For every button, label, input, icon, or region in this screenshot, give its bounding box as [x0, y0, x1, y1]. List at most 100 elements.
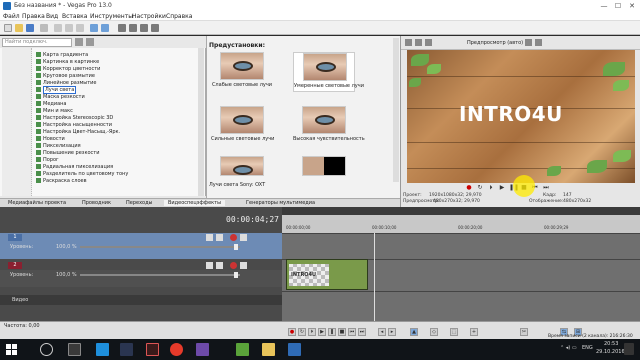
- prev-frame-button[interactable]: ◂: [378, 328, 386, 336]
- preset-moderate-rays[interactable]: Умеренные световые лучи: [293, 52, 364, 92]
- snapshot-icon[interactable]: [535, 39, 542, 46]
- menu-file[interactable]: Файл: [3, 13, 20, 20]
- solo-icon[interactable]: [240, 262, 247, 269]
- cut-icon[interactable]: [54, 24, 62, 32]
- edge-browser-icon[interactable]: [96, 343, 109, 356]
- fx-item[interactable]: Разделитель по цветовому тону: [36, 171, 128, 178]
- tab-media-generators[interactable]: Генераторы мультимедиа: [246, 200, 315, 206]
- media-clip[interactable]: INTRO4U: [286, 259, 368, 290]
- overlays-icon[interactable]: [525, 39, 532, 46]
- paste-icon[interactable]: [76, 24, 84, 32]
- split-screen-icon[interactable]: [425, 39, 432, 46]
- fx-item[interactable]: Карта градиента: [36, 52, 88, 59]
- preset-item[interactable]: [211, 156, 273, 176]
- stop-button[interactable]: ■: [338, 328, 346, 336]
- menu-tools[interactable]: Инструменты: [90, 13, 133, 20]
- minimize-button[interactable]: —: [598, 1, 610, 11]
- folder-up-icon[interactable]: [86, 38, 94, 46]
- tab-explorer[interactable]: Проводник: [82, 200, 111, 206]
- selection-tool-icon[interactable]: [140, 24, 148, 32]
- track-motion-icon[interactable]: [206, 262, 213, 269]
- menu-options[interactable]: Настройки: [132, 13, 166, 20]
- preset-high-sensitivity[interactable]: Высокая чувствительность: [293, 106, 365, 142]
- go-to-end-icon[interactable]: ⏭: [542, 184, 550, 192]
- envelope-tool-button[interactable]: ◇: [430, 328, 438, 336]
- loop-button[interactable]: ↻: [298, 328, 306, 336]
- video-bus-track[interactable]: Видео: [0, 295, 282, 305]
- new-project-icon[interactable]: [4, 24, 12, 32]
- clock-time[interactable]: 20:53: [604, 341, 618, 347]
- fx-item[interactable]: Маска резкости: [36, 94, 85, 101]
- menu-view[interactable]: Вид: [46, 13, 58, 20]
- save-icon[interactable]: [26, 24, 34, 32]
- fx-item[interactable]: Радиальная пикселизация: [36, 164, 113, 171]
- maximize-button[interactable]: ☐: [612, 1, 624, 11]
- level-slider-knob[interactable]: [234, 272, 238, 278]
- record-icon[interactable]: ●: [465, 184, 473, 192]
- preset-strong-rays[interactable]: Сильные световые лучи: [211, 106, 274, 142]
- fx-item[interactable]: Порог: [36, 157, 59, 164]
- camtasia-icon[interactable]: [236, 343, 249, 356]
- plugin-search-input[interactable]: Найти подключ.: [2, 38, 72, 47]
- fx-item[interactable]: Картинка в картинке: [36, 59, 99, 66]
- track-fx-icon[interactable]: [216, 262, 223, 269]
- fx-item-selected[interactable]: Лучи света: [36, 86, 77, 94]
- redo-icon[interactable]: [101, 24, 109, 32]
- preview-fx-icon[interactable]: [415, 39, 422, 46]
- menu-edit[interactable]: Правка: [22, 13, 45, 20]
- fx-item[interactable]: Настройка насыщенности: [36, 122, 112, 129]
- clock-date[interactable]: 29.10.2016: [596, 349, 625, 355]
- fx-item[interactable]: Круговое размытие: [36, 73, 95, 80]
- view-mode-icon[interactable]: [75, 38, 83, 46]
- time-ruler[interactable]: 00:00:00;00 00:00:10;00 00:00:20;00 00:0…: [282, 215, 640, 233]
- fx-item[interactable]: Настройка Stereoscopic 3D: [36, 115, 113, 122]
- play-icon[interactable]: ▶: [498, 184, 506, 192]
- normal-edit-tool-button[interactable]: ▲: [410, 328, 418, 336]
- fx-item[interactable]: Раскраска слоев: [36, 178, 87, 185]
- preset-item[interactable]: [293, 156, 355, 176]
- photoshop-icon[interactable]: [120, 343, 133, 356]
- menu-help[interactable]: Справка: [166, 13, 192, 20]
- video-track-2[interactable]: 2 Уровень: 100,0 %: [0, 261, 282, 287]
- app-icon[interactable]: [196, 343, 209, 356]
- search-icon[interactable]: [40, 343, 53, 356]
- play-from-start-button[interactable]: ⏵: [308, 328, 316, 336]
- level-slider-knob[interactable]: [234, 244, 238, 250]
- zoom-tool-icon[interactable]: [151, 24, 159, 32]
- notifications-icon[interactable]: [624, 343, 634, 355]
- system-tray-icons[interactable]: ⌃ ◂) ▭: [560, 345, 577, 351]
- tab-project-media[interactable]: Медиафайлы проекта: [8, 200, 66, 206]
- preview-quality-dropdown[interactable]: Предпросмотр (авто): [467, 40, 523, 46]
- yandex-browser-icon[interactable]: [170, 343, 183, 356]
- pause-button[interactable]: ❚: [328, 328, 336, 336]
- go-to-start-button[interactable]: ⏮: [348, 328, 356, 336]
- copy-icon[interactable]: [65, 24, 73, 32]
- task-view-icon[interactable]: [68, 343, 81, 356]
- selection-tool-button[interactable]: ⬚: [450, 328, 458, 336]
- fx-item[interactable]: Медиана: [36, 101, 67, 108]
- zoom-tool-button[interactable]: +: [470, 328, 478, 336]
- playhead-cursor[interactable]: [374, 233, 375, 321]
- open-icon[interactable]: [15, 24, 23, 32]
- edit-tool-icon[interactable]: [118, 24, 126, 32]
- presets-scrollbar[interactable]: [393, 38, 399, 182]
- preset-weak-rays[interactable]: Слабые световые лучи: [211, 52, 273, 88]
- fx-list-scrollbar[interactable]: [198, 48, 204, 196]
- fx-item[interactable]: Пикселизация: [36, 143, 81, 150]
- next-frame-button[interactable]: ▸: [388, 328, 396, 336]
- preview-settings-icon[interactable]: [405, 39, 412, 46]
- split-button[interactable]: ✂: [520, 328, 528, 336]
- level-slider[interactable]: [80, 274, 240, 276]
- level-slider[interactable]: [80, 246, 240, 248]
- tab-video-fx[interactable]: Видеоспецэффекты: [164, 200, 226, 206]
- go-to-end-button[interactable]: ⏭: [358, 328, 366, 336]
- tab-transitions[interactable]: Переходы: [126, 200, 153, 206]
- mute-icon[interactable]: [230, 262, 237, 269]
- fx-item[interactable]: Настройка Цвет-Насыщ.-Ярк.: [36, 129, 120, 136]
- track-lanes[interactable]: INTRO4U: [282, 233, 640, 321]
- undo-icon[interactable]: [90, 24, 98, 32]
- envelope-tool-icon[interactable]: [129, 24, 137, 32]
- solo-icon[interactable]: [240, 234, 247, 241]
- fx-item[interactable]: Корректор цветности: [36, 66, 100, 73]
- file-explorer-icon[interactable]: [262, 343, 275, 356]
